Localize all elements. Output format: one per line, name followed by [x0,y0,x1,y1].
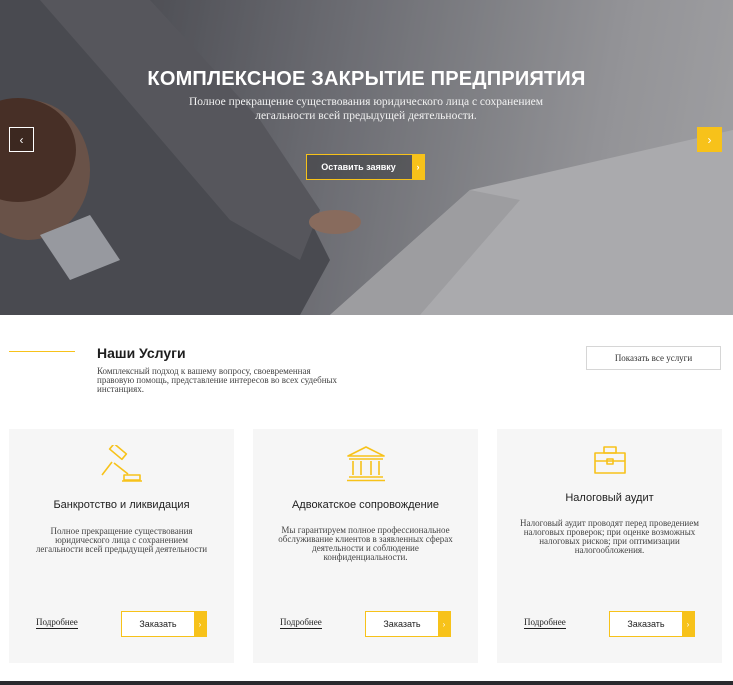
section-title: Наши Услуги [97,345,186,361]
order-button[interactable]: Заказать › [609,611,695,637]
courthouse-icon [253,445,478,483]
card-description: Налоговый аудит проводят перед проведени… [520,518,699,555]
slider-next-button[interactable]: › [697,127,722,152]
section-description: Комплексный подход к вашему вопросу, сво… [97,366,338,394]
card-title: Адвокатское сопровождение [291,499,440,511]
chevron-right-icon: › [194,612,206,636]
chevron-right-icon: › [682,612,694,636]
details-link[interactable]: Подробнее [280,617,322,629]
details-link[interactable]: Подробнее [524,617,566,629]
card-title: Банкротство и ликвидация [53,499,190,511]
order-button[interactable]: Заказать › [121,611,207,637]
hero-title: КОМПЛЕКСНОЕ ЗАКРЫТИЕ ПРЕДПРИЯТИЯ [147,68,586,90]
order-button[interactable]: Заказать › [365,611,451,637]
chevron-right-icon: › [412,155,424,179]
service-card-advocacy: Адвокатское сопровождение Мы гарантируем… [253,429,478,663]
order-label: Заказать [383,619,421,629]
footer-edge [0,681,733,685]
chevron-left-icon: ‹ [19,132,24,147]
section-accent-line [9,351,75,352]
show-all-services-button[interactable]: Показать все услуги [586,346,721,370]
card-title: Налоговый аудит [565,492,654,504]
order-label: Заказать [139,619,177,629]
card-description: Мы гарантируем полное профессиональное о… [278,525,453,562]
card-description: Полное прекращение существования юридиче… [35,526,208,554]
service-card-tax-audit: Налоговый аудит Налоговый аудит проводят… [497,429,722,663]
leave-request-label: Оставить заявку [321,162,396,172]
order-label: Заказать [627,619,665,629]
service-card-bankruptcy: Банкротство и ликвидация Полное прекраще… [9,429,234,663]
details-link[interactable]: Подробнее [36,617,78,629]
hero-subtitle: Полное прекращение существования юридиче… [188,96,544,122]
hero-slider: КОМПЛЕКСНОЕ ЗАКРЫТИЕ ПРЕДПРИЯТИЯ Полное … [0,0,733,315]
slider-prev-button[interactable]: ‹ [9,127,34,152]
briefcase-icon [497,445,722,475]
chevron-right-icon: › [707,132,712,147]
leave-request-button[interactable]: Оставить заявку › [306,154,425,180]
chevron-right-icon: › [438,612,450,636]
gavel-icon [9,445,234,483]
